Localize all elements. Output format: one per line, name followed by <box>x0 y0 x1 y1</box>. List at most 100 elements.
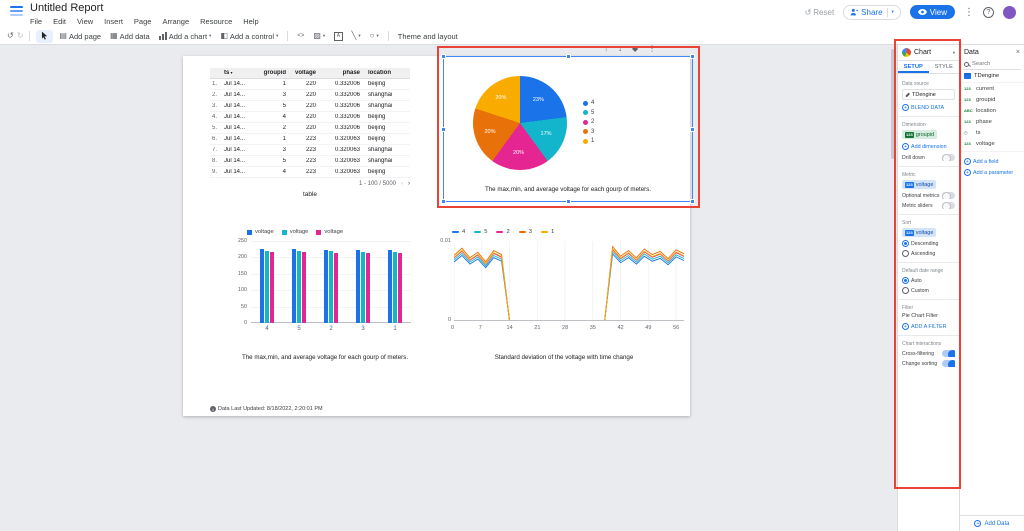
menu-help[interactable]: Help <box>243 17 258 26</box>
bar-group[interactable] <box>292 249 306 323</box>
bar-legend-item[interactable]: voltage <box>247 229 274 235</box>
chart-more-icon[interactable]: ⋮ <box>648 45 656 53</box>
bar[interactable] <box>302 252 306 323</box>
add-field-button[interactable]: + Add a field <box>960 158 1024 165</box>
metric-sliders-toggle[interactable] <box>942 202 955 209</box>
report-page[interactable]: ts ▾groupidvoltagephaselocation 1.Jul 14… <box>183 56 690 416</box>
date-custom-radio[interactable] <box>902 287 909 294</box>
embed-button[interactable]: <> <box>294 32 307 40</box>
add-dimension-button[interactable]: + Add dimension <box>902 143 955 150</box>
data-source-row[interactable]: TDengine <box>902 89 955 100</box>
pie-legend-item[interactable]: 2 <box>583 119 594 125</box>
line-series-4[interactable] <box>454 254 684 321</box>
field-item-phase[interactable]: 123phase <box>960 116 1024 127</box>
cross-filtering-toggle[interactable] <box>942 350 955 357</box>
shape-button[interactable]: ○▾ <box>367 31 382 41</box>
bar[interactable] <box>265 251 269 323</box>
sort-ascending-radio[interactable] <box>902 250 909 257</box>
report-title[interactable]: Untitled Report <box>30 2 103 14</box>
bar-group[interactable] <box>260 249 274 323</box>
blend-data-button[interactable]: + BLEND DATA <box>902 104 955 111</box>
bar-group[interactable] <box>356 250 370 323</box>
bar[interactable] <box>366 253 370 323</box>
table-chart[interactable]: ts ▾groupidvoltagephaselocation 1.Jul 14… <box>210 68 410 198</box>
avatar[interactable] <box>1003 6 1016 19</box>
add-chart-button[interactable]: Add a chart ▾ <box>156 31 215 42</box>
select-tool-button[interactable] <box>36 30 53 43</box>
line-legend-item[interactable]: 3 <box>519 229 532 235</box>
sort-chip[interactable]: 123 voltage <box>902 228 936 237</box>
data-source-item[interactable]: TDengine <box>960 70 1024 83</box>
menu-arrange[interactable]: Arrange <box>162 17 189 26</box>
field-search[interactable] <box>963 59 1021 70</box>
field-item-current[interactable]: 123current <box>960 83 1024 94</box>
field-item-location[interactable]: ABClocation <box>960 105 1024 116</box>
menu-insert[interactable]: Insert <box>104 17 123 26</box>
field-item-voltage[interactable]: 123voltage <box>960 138 1024 149</box>
theme-layout-button[interactable]: Theme and layout <box>395 31 461 42</box>
bar[interactable] <box>388 250 392 323</box>
more-options-icon[interactable]: ⋮ <box>964 7 974 18</box>
table-header-row[interactable]: ts ▾groupidvoltagephaselocation <box>210 68 410 79</box>
line-legend-item[interactable]: 1 <box>541 229 554 235</box>
tab-setup[interactable]: SETUP <box>898 61 929 73</box>
tab-style[interactable]: STYLE <box>929 61 960 73</box>
help-icon[interactable]: ? <box>983 7 994 18</box>
image-button[interactable]: ▨▾ <box>310 31 328 41</box>
prev-page-icon[interactable]: ‹ <box>401 181 403 187</box>
dimension-chip[interactable]: 123 groupid <box>902 130 937 139</box>
menu-edit[interactable]: Edit <box>53 17 66 26</box>
add-data-bottom-button[interactable]: + Add Data <box>960 515 1024 531</box>
sort-ascending-row[interactable]: Ascending <box>902 250 955 257</box>
search-input[interactable] <box>972 61 1014 67</box>
insights-icon[interactable]: ◆ <box>632 45 638 53</box>
date-auto-radio[interactable] <box>902 277 909 284</box>
drill-down-toggle[interactable] <box>942 154 955 161</box>
field-item-groupid[interactable]: 123groupid <box>960 94 1024 105</box>
metric-chip[interactable]: 123 voltage <box>902 180 936 189</box>
reset-button[interactable]: ↺ Reset <box>805 8 835 17</box>
menu-file[interactable]: File <box>30 17 42 26</box>
bar[interactable] <box>260 249 264 323</box>
share-caret-icon[interactable]: ▾ <box>892 9 894 15</box>
redo-icon[interactable]: ↻ <box>17 32 24 40</box>
line-series-5[interactable] <box>454 252 684 321</box>
line-legend-item[interactable]: 4 <box>452 229 465 235</box>
app-logo-icon[interactable] <box>10 6 23 16</box>
canvas-scrollbar[interactable] <box>891 49 895 159</box>
text-button[interactable]: A <box>331 31 345 42</box>
sort-descending-radio[interactable] <box>902 240 909 247</box>
bar[interactable] <box>297 251 301 323</box>
report-canvas[interactable]: ts ▾groupidvoltagephaselocation 1.Jul 14… <box>0 45 897 531</box>
undo-icon[interactable]: ↺ <box>7 32 14 40</box>
date-custom-row[interactable]: Custom <box>902 287 955 294</box>
bar[interactable] <box>334 253 338 323</box>
bar[interactable] <box>329 251 333 323</box>
bar[interactable] <box>393 252 397 323</box>
bar[interactable] <box>292 249 296 323</box>
pie-legend-item[interactable]: 3 <box>583 129 594 135</box>
bar-legend-item[interactable]: voltage <box>316 229 343 235</box>
bar[interactable] <box>398 253 402 323</box>
pie-legend-item[interactable]: 1 <box>583 138 594 144</box>
add-data-button[interactable]: ▦ Add data <box>107 31 153 42</box>
bar[interactable] <box>270 252 274 323</box>
close-icon[interactable]: × <box>1016 49 1020 56</box>
move-up-icon[interactable]: ↑ <box>604 45 608 53</box>
move-down-icon[interactable]: ↓ <box>618 45 622 53</box>
line-chart[interactable]: 45231 0.01 0 0714212835424956 Standard d… <box>438 228 690 360</box>
pie-legend-item[interactable]: 5 <box>583 110 594 116</box>
sort-descending-row[interactable]: Descending <box>902 240 955 247</box>
bar-group[interactable] <box>324 250 338 323</box>
pie-circle[interactable]: 23%17%20%20%20% <box>473 76 567 170</box>
bar[interactable] <box>361 252 365 324</box>
bar-group[interactable] <box>388 250 402 323</box>
optional-metrics-toggle[interactable] <box>942 192 955 199</box>
change-sorting-toggle[interactable] <box>942 360 955 367</box>
bar-legend-item[interactable]: voltage <box>282 229 309 235</box>
pie-chart[interactable]: 23%17%20%20%20% 45231 The max,min, and a… <box>445 60 691 200</box>
chart-type-caret-icon[interactable]: ▾ <box>953 50 955 56</box>
line-legend-item[interactable]: 5 <box>474 229 487 235</box>
next-page-icon[interactable]: › <box>408 181 410 187</box>
bar[interactable] <box>324 250 328 323</box>
